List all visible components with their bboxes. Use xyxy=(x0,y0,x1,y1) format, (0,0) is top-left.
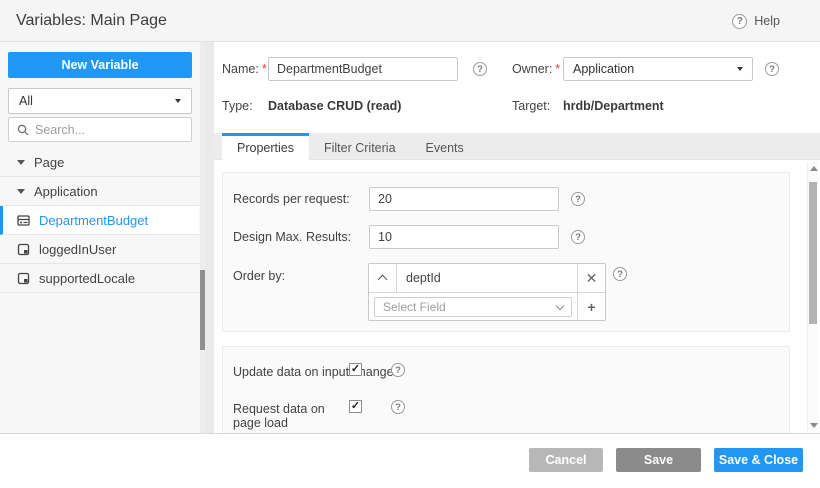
owner-select-value: Application xyxy=(573,62,635,76)
dialog-footer: Cancel Save Save & Close xyxy=(0,433,820,488)
add-order-field-button[interactable]: + xyxy=(577,293,605,320)
update-on-input-checkbox[interactable] xyxy=(349,363,362,376)
tab-properties[interactable]: Properties xyxy=(222,133,309,160)
name-input[interactable] xyxy=(268,57,458,81)
properties-tab-content: Records per request: ? Design Max. Resul… xyxy=(214,160,820,433)
tree-group-application[interactable]: Application xyxy=(0,177,199,206)
save-button[interactable]: Save xyxy=(616,448,701,472)
type-target-row: Type: Database CRUD (read) Target: hrdb/… xyxy=(214,99,820,115)
save-and-close-button[interactable]: Save & Close xyxy=(714,448,803,472)
search-input[interactable] xyxy=(35,122,196,137)
tab-events[interactable]: Events xyxy=(411,133,479,159)
remove-order-field-button[interactable]: ✕ xyxy=(577,264,605,292)
sort-direction-toggle[interactable] xyxy=(369,264,397,292)
variables-sidebar: New Variable All Page Application xyxy=(0,42,205,433)
crud-variable-icon xyxy=(17,214,30,227)
help-button[interactable]: ? Help xyxy=(732,0,780,42)
dialog-header: Variables: Main Page ? Help xyxy=(0,0,820,42)
order-by-entry-row: deptId ✕ xyxy=(369,264,605,292)
plus-icon: + xyxy=(587,298,596,315)
design-max-results-input[interactable] xyxy=(369,225,559,249)
tree-item-loggedinuser[interactable]: loggedInUser xyxy=(0,235,199,264)
collapse-arrow-icon xyxy=(17,159,25,165)
request-on-load-row: Request data on page load xyxy=(233,402,341,430)
model-variable-icon xyxy=(17,272,30,285)
variable-search-box xyxy=(8,117,196,142)
collapse-arrow-icon xyxy=(17,188,25,194)
type-value: Database CRUD (read) xyxy=(268,99,402,113)
chevron-down-icon xyxy=(555,301,565,310)
name-label: Name: * xyxy=(222,62,267,76)
tree-item-label: supportedLocale xyxy=(39,270,136,286)
request-on-load-label: Request data on page load xyxy=(233,402,325,430)
scroll-up-arrow-icon[interactable] xyxy=(809,163,818,173)
help-question-icon: ? xyxy=(732,13,748,29)
design-max-results-label: Design Max. Results: xyxy=(233,230,352,244)
update-on-input-help-icon[interactable]: ? xyxy=(391,363,405,377)
content-scrollbar-thumb[interactable] xyxy=(809,182,817,324)
records-per-request-label: Records per request: xyxy=(233,192,350,206)
order-by-widget: deptId ✕ Select Field + xyxy=(368,263,606,321)
tree-item-departmentbudget[interactable]: DepartmentBudget xyxy=(0,206,199,235)
order-by-help-icon[interactable]: ? xyxy=(613,267,627,281)
variable-tree: Page Application DepartmentBudget logged… xyxy=(0,148,199,293)
variable-filter-select[interactable]: All xyxy=(8,88,192,114)
variables-dialog: Variables: Main Page ? Help New Variable… xyxy=(0,0,820,488)
name-help-icon[interactable]: ? xyxy=(473,62,487,76)
name-owner-row: Name:* ? Owner:* Application ? xyxy=(214,57,820,81)
design-max-help-icon[interactable]: ? xyxy=(571,230,585,244)
new-variable-button[interactable]: New Variable xyxy=(8,52,192,78)
page-title: Variables: Main Page xyxy=(16,12,167,29)
required-asterisk: * xyxy=(261,62,267,76)
chevron-down-icon xyxy=(737,67,743,71)
select-field-wrap: Select Field xyxy=(369,293,577,320)
chevron-down-icon xyxy=(175,99,181,103)
owner-help-icon[interactable]: ? xyxy=(765,62,779,76)
tree-item-label: loggedInUser xyxy=(39,241,117,257)
records-per-request-input[interactable] xyxy=(369,187,559,211)
close-icon: ✕ xyxy=(585,269,598,286)
required-asterisk: * xyxy=(555,62,561,76)
tree-item-supportedlocale[interactable]: supportedLocale xyxy=(0,264,199,293)
tree-group-label: Application xyxy=(34,183,98,199)
target-label: Target: xyxy=(512,99,551,113)
target-value: hrdb/Department xyxy=(563,99,664,113)
request-on-load-checkbox[interactable] xyxy=(349,400,362,413)
tree-group-label: Page xyxy=(34,154,65,170)
search-icon xyxy=(17,124,29,136)
request-on-load-help-icon[interactable]: ? xyxy=(391,400,405,414)
owner-select[interactable]: Application xyxy=(563,57,753,81)
type-label: Type: xyxy=(222,99,253,113)
tab-filter-criteria[interactable]: Filter Criteria xyxy=(309,133,411,159)
order-by-add-row: Select Field + xyxy=(369,292,605,320)
behavior-section: Update data on input change ? Request da… xyxy=(222,346,790,433)
owner-label: Owner: * xyxy=(512,62,561,76)
variable-filter-value: All xyxy=(19,94,33,108)
data-settings-section: Records per request: ? Design Max. Resul… xyxy=(222,172,790,332)
tree-item-label: DepartmentBudget xyxy=(39,212,149,228)
tree-group-page[interactable]: Page xyxy=(0,148,199,177)
order-by-label: Order by: xyxy=(233,269,286,283)
order-by-field-value[interactable]: deptId xyxy=(397,264,577,292)
model-variable-icon xyxy=(17,243,30,256)
variable-detail-panel: Name:* ? Owner:* Application ? Type: Dat… xyxy=(214,42,820,433)
help-label: Help xyxy=(754,14,780,28)
update-on-input-row: Update data on input change xyxy=(233,365,394,379)
sidebar-divider xyxy=(205,42,214,433)
select-field-dropdown[interactable]: Select Field xyxy=(374,296,572,317)
update-on-input-label: Update data on input change xyxy=(233,365,394,379)
content-scrollbar[interactable] xyxy=(807,162,818,431)
scroll-down-arrow-icon[interactable] xyxy=(809,420,818,430)
cancel-button[interactable]: Cancel xyxy=(529,448,603,472)
select-field-placeholder: Select Field xyxy=(383,299,446,314)
chevron-up-icon xyxy=(377,274,388,285)
records-help-icon[interactable]: ? xyxy=(571,192,585,206)
detail-tabs: Properties Filter Criteria Events xyxy=(214,133,820,160)
